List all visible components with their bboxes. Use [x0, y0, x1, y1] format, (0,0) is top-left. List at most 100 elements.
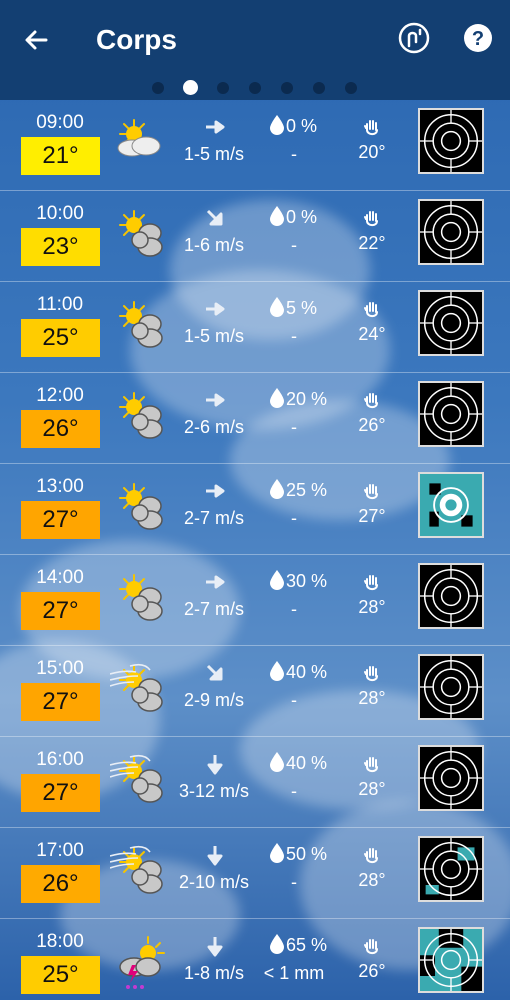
raindrop-icon: [270, 479, 284, 499]
sun-cloud-icon: [110, 207, 170, 267]
forecast-time: 12:00: [36, 385, 84, 406]
feels-like-temperature: 28°: [358, 688, 386, 708]
temperature-badge: 27°: [21, 774, 100, 812]
wind-speed: 1-6 m/s: [183, 235, 244, 255]
page-dot[interactable]: [217, 82, 229, 94]
forecast-row[interactable]: 13:00 27° 2-7 m/s 25 % - 27°: [0, 464, 510, 555]
forecast-time: 17:00: [36, 840, 84, 861]
precipitation-chance: 65 %: [286, 935, 328, 955]
app-header: Corps ?: [0, 0, 510, 100]
precipitation-chance: 50 %: [286, 844, 328, 864]
feels-like-temperature: 26°: [358, 961, 386, 981]
svg-text:?: ?: [472, 28, 484, 50]
wind-speed: 2-10 m/s: [178, 872, 250, 892]
page-title: Corps: [96, 24, 177, 55]
rain-amount: -: [291, 690, 297, 710]
back-button[interactable]: [18, 22, 54, 58]
forecast-row[interactable]: 15:00 27° 2-9 m/s 40 % - 28°: [0, 646, 510, 737]
wind-direction-icon: [206, 302, 225, 316]
sun-cloud-icon: [110, 571, 170, 631]
rain-amount: -: [291, 144, 297, 164]
hand-icon: [364, 211, 378, 227]
sun-cloud-icon: [110, 389, 170, 449]
temperature-badge: 25°: [21, 319, 100, 357]
arrow-left-icon: [25, 30, 48, 50]
raindrop-icon: [270, 115, 284, 135]
temperature-badge: 26°: [21, 865, 100, 903]
forecast-time: 18:00: [36, 931, 84, 952]
uv-index-icon: [418, 381, 484, 447]
partly-sunny-icon: [110, 116, 170, 176]
rain-amount: -: [291, 417, 297, 437]
page-dot[interactable]: [281, 82, 293, 94]
hand-icon: [364, 120, 378, 136]
map-button[interactable]: [398, 22, 430, 54]
rain-amount: -: [291, 599, 297, 619]
precipitation-chance: 0 %: [286, 207, 318, 227]
wind-speed: 2-7 m/s: [183, 508, 244, 528]
precipitation-chance: 40 %: [286, 753, 328, 773]
forecast-row[interactable]: 14:00 27° 2-7 m/s 30 % - 28°: [0, 555, 510, 646]
thunderstorm-icon: [110, 935, 170, 995]
map-pin-icon: [398, 22, 430, 54]
help-button[interactable]: ?: [462, 22, 494, 54]
wind-speed: 1-5 m/s: [183, 144, 244, 164]
wind-direction-icon: [206, 664, 223, 681]
forecast-time: 16:00: [36, 749, 84, 770]
hand-icon: [364, 302, 378, 318]
page-dot[interactable]: [345, 82, 357, 94]
help-icon: ?: [464, 24, 492, 52]
precipitation-chance: 40 %: [286, 662, 328, 682]
temperature-badge: 27°: [21, 683, 100, 721]
raindrop-icon: [270, 934, 284, 954]
page-indicator: [0, 78, 510, 96]
rain-amount: < 1 mm: [263, 963, 325, 983]
raindrop-icon: [270, 661, 284, 681]
temperature-badge: 27°: [21, 501, 100, 539]
forecast-row[interactable]: 11:00 25° 1-5 m/s 5 % - 24°: [0, 282, 510, 373]
raindrop-icon: [270, 570, 284, 590]
hand-icon: [364, 393, 378, 409]
forecast-time: 11:00: [36, 294, 84, 315]
wind-speed: 2-7 m/s: [183, 599, 244, 619]
forecast-time: 15:00: [36, 658, 84, 679]
hand-icon: [364, 848, 378, 864]
wind-direction-icon: [206, 120, 225, 134]
temperature-badge: 25°: [21, 956, 100, 994]
wind-direction-icon: [206, 209, 223, 226]
hand-icon: [364, 484, 378, 500]
forecast-row[interactable]: 09:00 21° 1-5 m/s 0 % - 20°: [0, 100, 510, 191]
wind-direction-icon: [207, 937, 223, 957]
precipitation-chance: 20 %: [286, 389, 328, 409]
forecast-row[interactable]: 12:00 26° 2-6 m/s 20 % - 26°: [0, 373, 510, 464]
wind-direction-icon: [207, 755, 223, 775]
wind-direction-icon: [207, 846, 223, 866]
forecast-row[interactable]: 17:00 26° 2-10 m/s 50 % - 28°: [0, 828, 510, 919]
page-dot-active[interactable]: [183, 80, 198, 95]
wind-direction-icon: [206, 484, 225, 498]
hourly-forecast-list: 09:00 21° 1-5 m/s 0 % - 20° 10:00 23° 1-…: [0, 100, 510, 1000]
precipitation-chance: 0 %: [286, 116, 318, 136]
precipitation-chance: 5 %: [286, 298, 318, 318]
uv-index-icon: [418, 290, 484, 356]
feels-like-temperature: 26°: [358, 415, 386, 435]
forecast-row[interactable]: 18:00 25° 1-8 m/s 65 % < 1 mm 26°: [0, 919, 510, 1000]
wind-direction-icon: [206, 393, 225, 407]
wind-speed: 3-12 m/s: [178, 781, 250, 801]
forecast-time: 10:00: [36, 203, 84, 224]
forecast-row[interactable]: 16:00 27° 3-12 m/s 40 % - 28°: [0, 737, 510, 828]
page-dot[interactable]: [249, 82, 261, 94]
uv-index-icon: [418, 563, 484, 629]
uv-index-icon: [418, 199, 484, 265]
wind-speed: 1-5 m/s: [183, 326, 244, 346]
page-dot[interactable]: [313, 82, 325, 94]
feels-like-temperature: 20°: [358, 142, 386, 162]
hand-icon: [364, 939, 378, 955]
windy-sun-cloud-icon: [109, 662, 170, 722]
forecast-row[interactable]: 10:00 23° 1-6 m/s 0 % - 22°: [0, 191, 510, 282]
page-dot[interactable]: [152, 82, 164, 94]
feels-like-temperature: 24°: [358, 324, 386, 344]
uv-index-icon: [418, 836, 484, 902]
rain-amount: -: [291, 508, 297, 528]
temperature-badge: 21°: [21, 137, 100, 175]
